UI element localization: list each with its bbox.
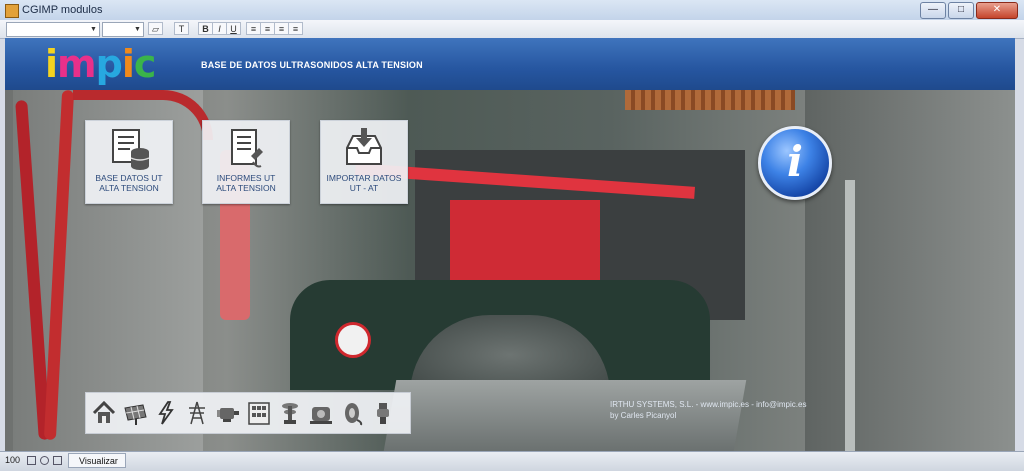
motor-icon[interactable]	[212, 396, 243, 430]
status-bar: 100 Visualizar	[0, 451, 1024, 471]
underline-button[interactable]: U	[226, 22, 241, 35]
insulator-icon[interactable]	[274, 396, 305, 430]
chevron-down-icon: ▼	[90, 26, 97, 33]
solar-panel-icon[interactable]	[119, 396, 150, 430]
logo-letter: c	[133, 42, 157, 86]
generator-icon[interactable]	[305, 396, 336, 430]
font-name-combo[interactable]: ▼	[6, 22, 100, 37]
fill-color-button[interactable]: ▱	[148, 22, 163, 35]
font-size-combo[interactable]: ▼	[102, 22, 144, 37]
header-bar: impic BASE DE DATOS ULTRASONIDOS ALTA TE…	[5, 38, 1015, 90]
import-tray-icon	[346, 128, 382, 165]
impic-logo: impic	[45, 42, 157, 86]
bold-button[interactable]: B	[198, 22, 213, 35]
menu-label: INFORMES UT ALTA TENSION	[203, 173, 289, 193]
conduit	[845, 180, 855, 451]
chevron-down-icon: ▼	[134, 26, 141, 33]
format-toolbar: ▼ ▼ ▱ T B I U ≡ ≡ ≡ ≡	[0, 20, 1024, 39]
info-button[interactable]: i	[758, 126, 832, 200]
menu-informes-ut[interactable]: INFORMES UT ALTA TENSION	[202, 120, 290, 204]
cable-reel-icon[interactable]	[336, 396, 367, 430]
align-justify-icon[interactable]: ≡	[288, 22, 303, 35]
background-photo: BASE DATOS UT ALTA TENSION INFORMES UT A…	[5, 90, 1015, 451]
close-button[interactable]: ✕	[976, 2, 1018, 19]
menu-label-line: INFORMES UT	[216, 173, 276, 183]
menu-label: IMPORTAR DATOS UT - AT	[321, 173, 407, 193]
menu-label-line: IMPORTAR DATOS	[326, 173, 402, 183]
text-button[interactable]: T	[174, 22, 189, 35]
web-view-icon[interactable]	[40, 456, 49, 465]
module-icon-strip	[85, 392, 411, 434]
layout-view-icon[interactable]	[27, 456, 36, 465]
logo-letter: i	[121, 42, 135, 86]
menu-label-line: UT - AT	[349, 183, 379, 193]
form-view-icon[interactable]	[53, 456, 62, 465]
window-controls: — □ ✕	[920, 2, 1018, 19]
logo-letter: p	[95, 42, 123, 86]
lightning-icon[interactable]	[150, 396, 181, 430]
window-titlebar: CGIMP modulos — □ ✕	[0, 0, 1024, 21]
credits-author: by Carles Picanyol	[610, 411, 677, 420]
page-title: BASE DE DATOS ULTRASONIDOS ALTA TENSION	[201, 60, 423, 70]
database-document-icon	[112, 129, 150, 170]
credits-text: IRTHU SYSTEMS, S.L. - www.impic.es - inf…	[610, 399, 806, 421]
copper-braids	[625, 90, 795, 110]
logo-letter: i	[45, 42, 58, 86]
align-center-icon[interactable]: ≡	[260, 22, 275, 35]
credits-company: IRTHU SYSTEMS, S.L. - www.impic.es - inf…	[610, 400, 807, 409]
report-document-icon	[231, 129, 263, 168]
maximize-button[interactable]: □	[948, 2, 974, 19]
power-tower-icon[interactable]	[181, 396, 212, 430]
menu-label-line: ALTA TENSION	[99, 183, 159, 193]
app-icon	[5, 4, 19, 18]
minimize-button[interactable]: —	[920, 2, 946, 19]
menu-label: BASE DATOS UT ALTA TENSION	[86, 173, 172, 193]
menu-label-line: BASE DATOS UT	[95, 173, 163, 183]
warning-sign	[335, 322, 371, 358]
home-icon[interactable]	[88, 396, 119, 430]
logo-letter: m	[57, 42, 97, 86]
align-right-icon[interactable]: ≡	[274, 22, 289, 35]
align-left-icon[interactable]: ≡	[246, 22, 261, 35]
tab-visualizar[interactable]: Visualizar	[68, 453, 126, 468]
info-icon: i	[787, 137, 803, 186]
wall-right	[805, 90, 1015, 451]
zoom-level: 100	[5, 455, 21, 465]
italic-button[interactable]: I	[212, 22, 227, 35]
menu-label-line: ALTA TENSION	[216, 183, 276, 193]
window-title: CGIMP modulos	[22, 4, 103, 16]
switchgear-cabinet-icon[interactable]	[243, 396, 274, 430]
main-form: impic BASE DE DATOS ULTRASONIDOS ALTA TE…	[5, 38, 1015, 451]
menu-base-datos-ut[interactable]: BASE DATOS UT ALTA TENSION	[85, 120, 173, 204]
menu-importar-datos[interactable]: IMPORTAR DATOS UT - AT	[320, 120, 408, 204]
bushing-icon[interactable]	[367, 396, 398, 430]
